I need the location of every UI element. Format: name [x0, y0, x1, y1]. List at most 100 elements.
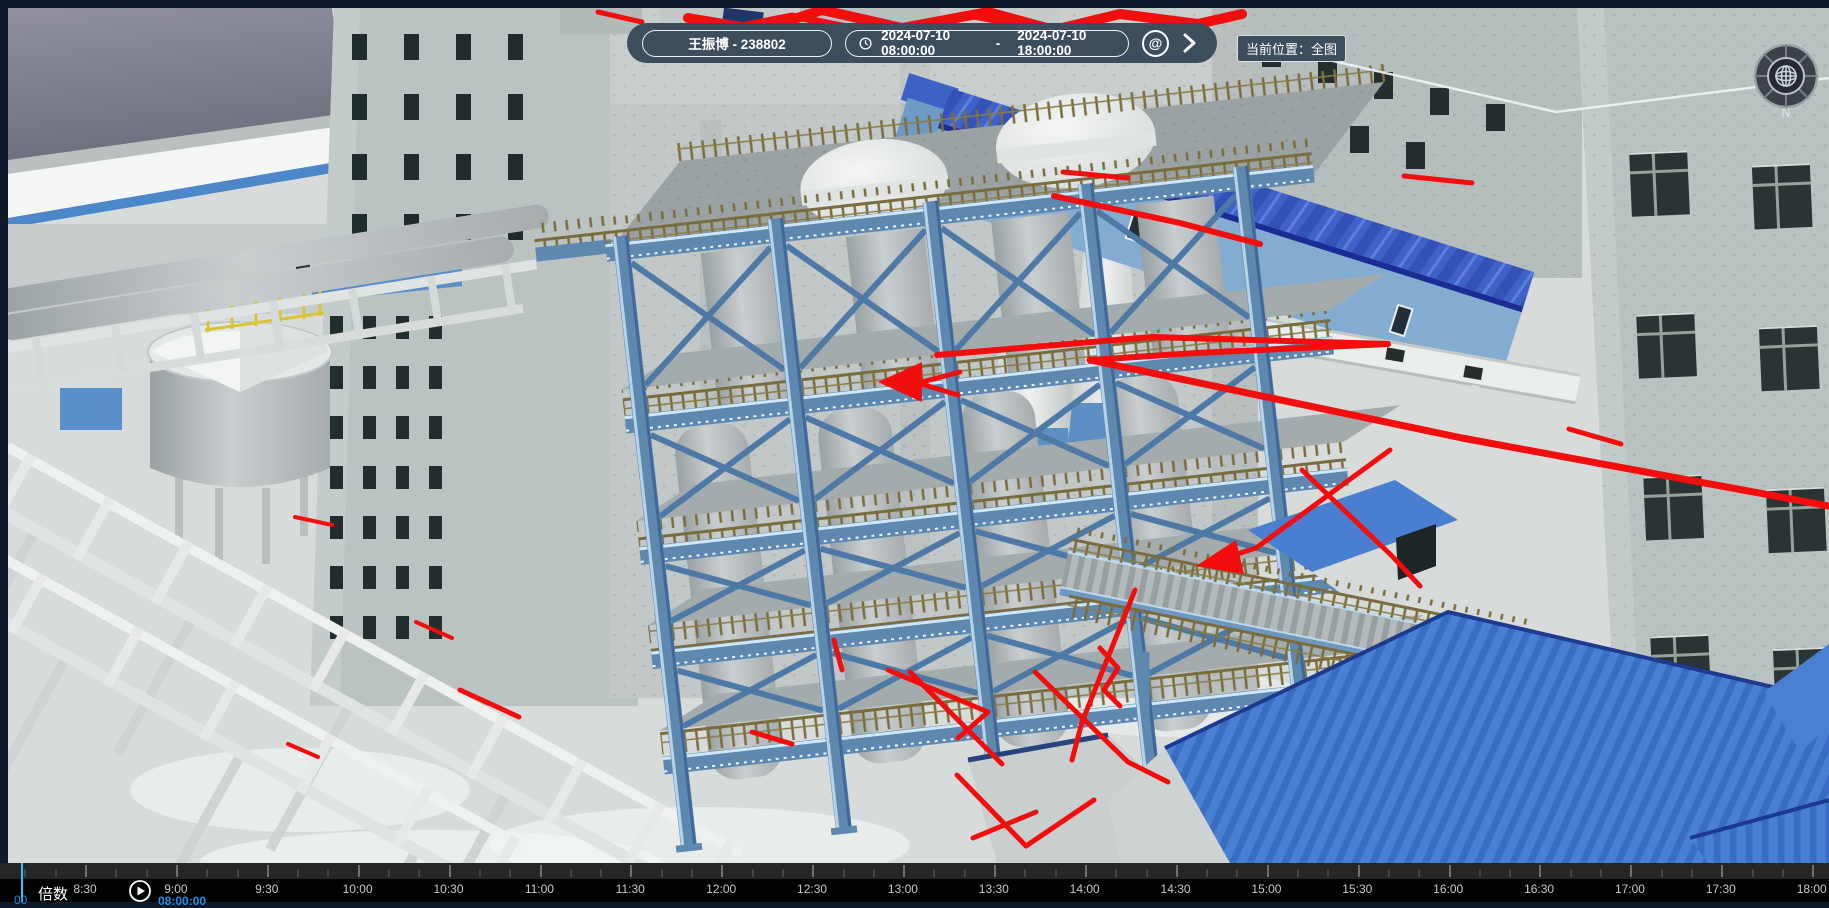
timeline-tick	[1539, 865, 1541, 877]
timeline-label: 13:30	[979, 882, 1009, 896]
timeline-label: 11:30	[616, 882, 645, 896]
time-end: 2024-07-10 18:00:00	[1017, 28, 1115, 58]
timeline-label: 15:00	[1251, 882, 1281, 896]
timeline-tick	[1449, 865, 1451, 877]
timeline-tick	[1691, 869, 1693, 877]
current-location-chip: 当前位置：全图	[1237, 35, 1346, 62]
timeline-tick	[24, 869, 26, 877]
timeline-label: 13:00	[888, 882, 918, 896]
timeline-tick	[1236, 869, 1238, 877]
timeline-tick	[1085, 865, 1087, 877]
timeline-tick	[661, 869, 663, 877]
timeline-tick	[479, 869, 481, 877]
timeline-tick	[1570, 869, 1572, 877]
building-left	[310, 8, 638, 706]
timeline-label: 10:30	[434, 882, 464, 896]
time-range-separator: -	[988, 36, 1009, 51]
timeline-tick	[964, 869, 966, 877]
timeline-tick	[1176, 865, 1178, 877]
timeline-tick	[1297, 869, 1299, 877]
timeline-tick	[1206, 869, 1208, 877]
play-icon	[128, 879, 152, 903]
compass-north-label: N	[1782, 106, 1791, 120]
3d-viewport[interactable]	[8, 8, 1829, 863]
timeline-tick	[1661, 869, 1663, 877]
timeline-tick	[1327, 869, 1329, 877]
time-start: 2024-07-10 08:00:00	[881, 28, 979, 58]
timeline-label: 16:00	[1433, 882, 1463, 896]
speed-label: 倍数	[38, 883, 68, 904]
timeline-tick	[85, 865, 87, 877]
timeline-tick	[1055, 869, 1057, 877]
compass-gizmo[interactable]: N	[1750, 40, 1822, 125]
timeline-tick	[418, 869, 420, 877]
timeline-ticks[interactable]	[0, 863, 1829, 879]
timeline-tick	[55, 869, 57, 877]
timeline-label: 17:00	[1615, 882, 1645, 896]
timeline-label: 11:00	[525, 882, 554, 896]
timeline-tick	[115, 869, 117, 877]
timeline-tick	[297, 869, 299, 877]
globe-icon	[1776, 66, 1796, 86]
timeline-tick	[1509, 869, 1511, 877]
timeline-tick	[449, 865, 451, 877]
timeline-tick	[267, 865, 269, 877]
timeline-label: 12:30	[797, 882, 827, 896]
timeline-tick	[1479, 869, 1481, 877]
play-track-button[interactable]	[1182, 31, 1202, 55]
timeline-tick	[721, 865, 723, 877]
locate-button[interactable]: @	[1142, 30, 1169, 57]
timeline-tick	[782, 869, 784, 877]
timeline-tick	[1812, 865, 1814, 877]
current-time: 08:00:00	[158, 894, 206, 908]
timeline-tick	[1358, 865, 1360, 877]
timeline-tick	[388, 869, 390, 877]
timeline-tick	[630, 865, 632, 877]
timeline-tick	[994, 865, 996, 877]
playback-controls: 00 倍数 08:00:00	[0, 878, 400, 902]
timeline-tick	[540, 865, 542, 877]
clock-icon	[859, 35, 872, 52]
timeline-tick	[873, 869, 875, 877]
timeline-tick	[933, 869, 935, 877]
timeline-tick	[1721, 865, 1723, 877]
timeline-tick	[752, 869, 754, 877]
timeline-tick	[843, 869, 845, 877]
locate-at-icon: @	[1149, 35, 1163, 51]
timeline-tick	[358, 865, 360, 877]
timeline-label: 16:30	[1524, 882, 1554, 896]
app-root: { "ui": { "top_bar": { "person": "王振博 - …	[0, 0, 1829, 902]
timeline-label: 18:00	[1797, 882, 1827, 896]
timeline-tick	[1782, 869, 1784, 877]
timeline-label: 14:00	[1070, 882, 1100, 896]
timeline-tick	[206, 869, 208, 877]
time-range-picker[interactable]: 2024-07-10 08:00:00 - 2024-07-10 18:00:0…	[845, 30, 1129, 57]
timeline-tick	[146, 869, 148, 877]
timeline-tick	[1024, 869, 1026, 877]
timeline-tick	[237, 869, 239, 877]
play-button[interactable]	[128, 879, 152, 908]
person-selector[interactable]: 王振博 - 238802	[642, 30, 832, 57]
timeline-tick	[812, 865, 814, 877]
timeline-tick	[1115, 869, 1117, 877]
top-bar: 王振博 - 238802 2024-07-10 08:00:00 - 2024-…	[627, 23, 1217, 63]
timeline-tick	[1600, 869, 1602, 877]
timeline-tick	[691, 869, 693, 877]
timeline-label: 12:00	[706, 882, 736, 896]
timeline-label: 17:30	[1706, 882, 1736, 896]
timeline-tick	[176, 865, 178, 877]
timeline-tick	[600, 869, 602, 877]
timeline-label: 15:30	[1342, 882, 1372, 896]
timeline-tick	[1630, 865, 1632, 877]
speed-value: 00	[14, 893, 27, 907]
person-label: 王振博 - 238802	[688, 33, 786, 53]
timeline-tick	[1388, 869, 1390, 877]
timeline-tick	[509, 869, 511, 877]
timeline-tick	[1752, 869, 1754, 877]
current-location-label: 当前位置：全图	[1246, 42, 1337, 57]
timeline-tick	[1267, 865, 1269, 877]
chevron-right-icon	[1182, 32, 1197, 54]
timeline-tick	[903, 865, 905, 877]
timeline-tick	[1146, 869, 1148, 877]
timeline-tick	[327, 869, 329, 877]
